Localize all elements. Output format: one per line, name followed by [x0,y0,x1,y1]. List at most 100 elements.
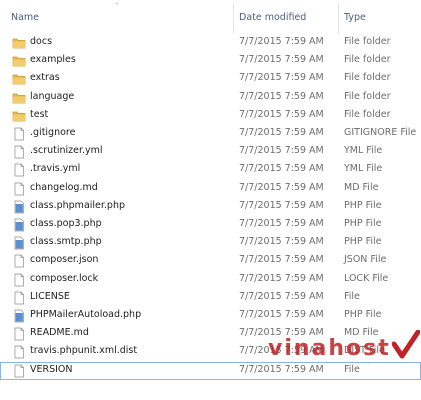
file-type: DIST File [344,345,385,357]
file-row[interactable]: extras 7/7/2015 7:59 AM File folder [0,70,421,88]
file-name: .scrutinizer.yml [30,145,103,157]
file-name: docs [30,36,53,47]
folder-icon [12,91,26,105]
file-icon [12,127,26,141]
file-row[interactable]: PHPMailerAutoload.php 7/7/2015 7:59 AM PHP… [0,307,421,325]
file-type: PHP File [344,218,382,229]
php-file-icon [12,218,26,232]
file-icon [12,327,26,341]
file-date-modified: 7/7/2015 7:59 AM [239,181,324,193]
file-date-modified: 7/7/2015 7:59 AM [239,145,324,157]
file-name: README.md [30,327,89,339]
file-date-modified: 7/7/2015 7:59 AM [239,309,324,320]
file-row[interactable]: docs 7/7/2015 7:59 AM File folder [0,34,421,52]
file-type: PHP File [344,199,382,211]
file-name: extras [30,72,60,84]
file-icon [12,163,26,177]
file-row[interactable]: class.smtp.php 7/7/2015 7:59 AM PHP File [0,234,421,252]
column-header-date-modified[interactable]: Date modified [239,12,306,23]
php-file-icon [12,200,26,214]
file-row[interactable]: language 7/7/2015 7:59 AM File folder [0,89,421,107]
file-name: class.pop3.php [30,218,102,229]
file-type: File [344,290,360,302]
file-icon [12,345,26,359]
column-header-bar: ˄ Name Date modified Type [0,0,421,34]
column-header-type[interactable]: Type [344,12,366,23]
php-file-icon [12,309,26,323]
file-date-modified: 7/7/2015 7:59 AM [239,90,324,102]
file-name: travis.phpunit.xml.dist [30,345,138,357]
file-icon [12,273,26,287]
folder-icon [12,72,26,86]
file-type: File folder [344,36,391,47]
file-date-modified: 7/7/2015 7:59 AM [239,218,324,229]
file-name: VERSION [30,363,73,375]
file-type: File [344,363,360,375]
file-type: YML File [344,145,383,157]
file-date-modified: 7/7/2015 7:59 AM [239,327,324,339]
file-name: class.smtp.php [30,236,102,248]
file-date-modified: 7/7/2015 7:59 AM [239,163,324,175]
file-row[interactable]: README.md 7/7/2015 7:59 AM MD File [0,325,421,343]
file-row[interactable]: LICENSE 7/7/2015 7:59 AM File [0,289,421,307]
file-type: YML File [344,163,383,175]
php-file-icon [12,236,26,250]
file-row[interactable]: class.pop3.php 7/7/2015 7:59 AM PHP File [0,216,421,234]
file-icon [12,364,26,378]
file-type: PHP File [344,309,382,320]
file-name: LICENSE [30,290,70,302]
folder-icon [12,54,26,68]
file-name: examples [30,54,76,66]
file-type: File folder [344,54,391,66]
file-date-modified: 7/7/2015 7:59 AM [239,72,324,84]
file-date-modified: 7/7/2015 7:59 AM [239,199,324,211]
column-divider[interactable] [338,3,339,34]
file-date-modified: 7/7/2015 7:59 AM [239,254,324,266]
file-row[interactable]: travis.phpunit.xml.dist 7/7/2015 7:59 AM D… [0,343,421,361]
file-type: LOCK File [344,272,389,284]
file-date-modified: 7/7/2015 7:59 AM [239,127,324,138]
file-icon [12,182,26,196]
file-row[interactable]: .gitignore 7/7/2015 7:59 AM GITIGNORE File [0,125,421,143]
file-row[interactable]: class.phpmailer.php 7/7/2015 7:59 AM PHP F… [0,198,421,216]
file-name: composer.lock [30,272,99,284]
file-date-modified: 7/7/2015 7:59 AM [239,345,324,357]
file-date-modified: 7/7/2015 7:59 AM [239,36,324,47]
file-name: test [30,108,49,120]
file-icon [12,254,26,268]
file-row[interactable]: composer.lock 7/7/2015 7:59 AM LOCK File [0,271,421,289]
folder-icon [12,36,26,50]
folder-icon [12,109,26,123]
file-icon [12,145,26,159]
file-row[interactable]: VERSION 7/7/2015 7:59 AM File [0,361,421,380]
file-row[interactable]: examples 7/7/2015 7:59 AM File folder [0,52,421,70]
file-type: File folder [344,90,391,102]
file-date-modified: 7/7/2015 7:59 AM [239,363,324,375]
file-type: JSON File [344,254,387,266]
file-date-modified: 7/7/2015 7:59 AM [239,236,324,248]
file-date-modified: 7/7/2015 7:59 AM [239,290,324,302]
file-row[interactable]: .scrutinizer.yml 7/7/2015 7:59 AM YML File [0,143,421,161]
sort-ascending-icon: ˄ [115,2,119,11]
file-type: GITIGNORE File [344,127,417,138]
file-type: File folder [344,72,391,84]
file-date-modified: 7/7/2015 7:59 AM [239,272,324,284]
file-name: changelog.md [30,181,98,193]
file-date-modified: 7/7/2015 7:59 AM [239,108,324,120]
file-row[interactable]: composer.json 7/7/2015 7:59 AM JSON File [0,252,421,270]
file-type: File folder [344,108,391,120]
column-header-name[interactable]: Name [11,12,39,23]
file-row[interactable]: .travis.yml 7/7/2015 7:59 AM YML File [0,161,421,179]
file-name: PHPMailerAutoload.php [30,309,142,320]
file-name: composer.json [30,254,99,266]
file-name: .gitignore [30,127,76,138]
file-date-modified: 7/7/2015 7:59 AM [239,54,324,66]
column-divider[interactable] [233,3,234,34]
file-row[interactable]: changelog.md 7/7/2015 7:59 AM MD File [0,180,421,198]
file-name: language [30,90,75,102]
file-row[interactable]: test 7/7/2015 7:59 AM File folder [0,107,421,125]
file-type: PHP File [344,236,382,248]
file-name: .travis.yml [30,163,81,175]
file-name: class.phpmailer.php [30,199,126,211]
file-icon [12,291,26,305]
